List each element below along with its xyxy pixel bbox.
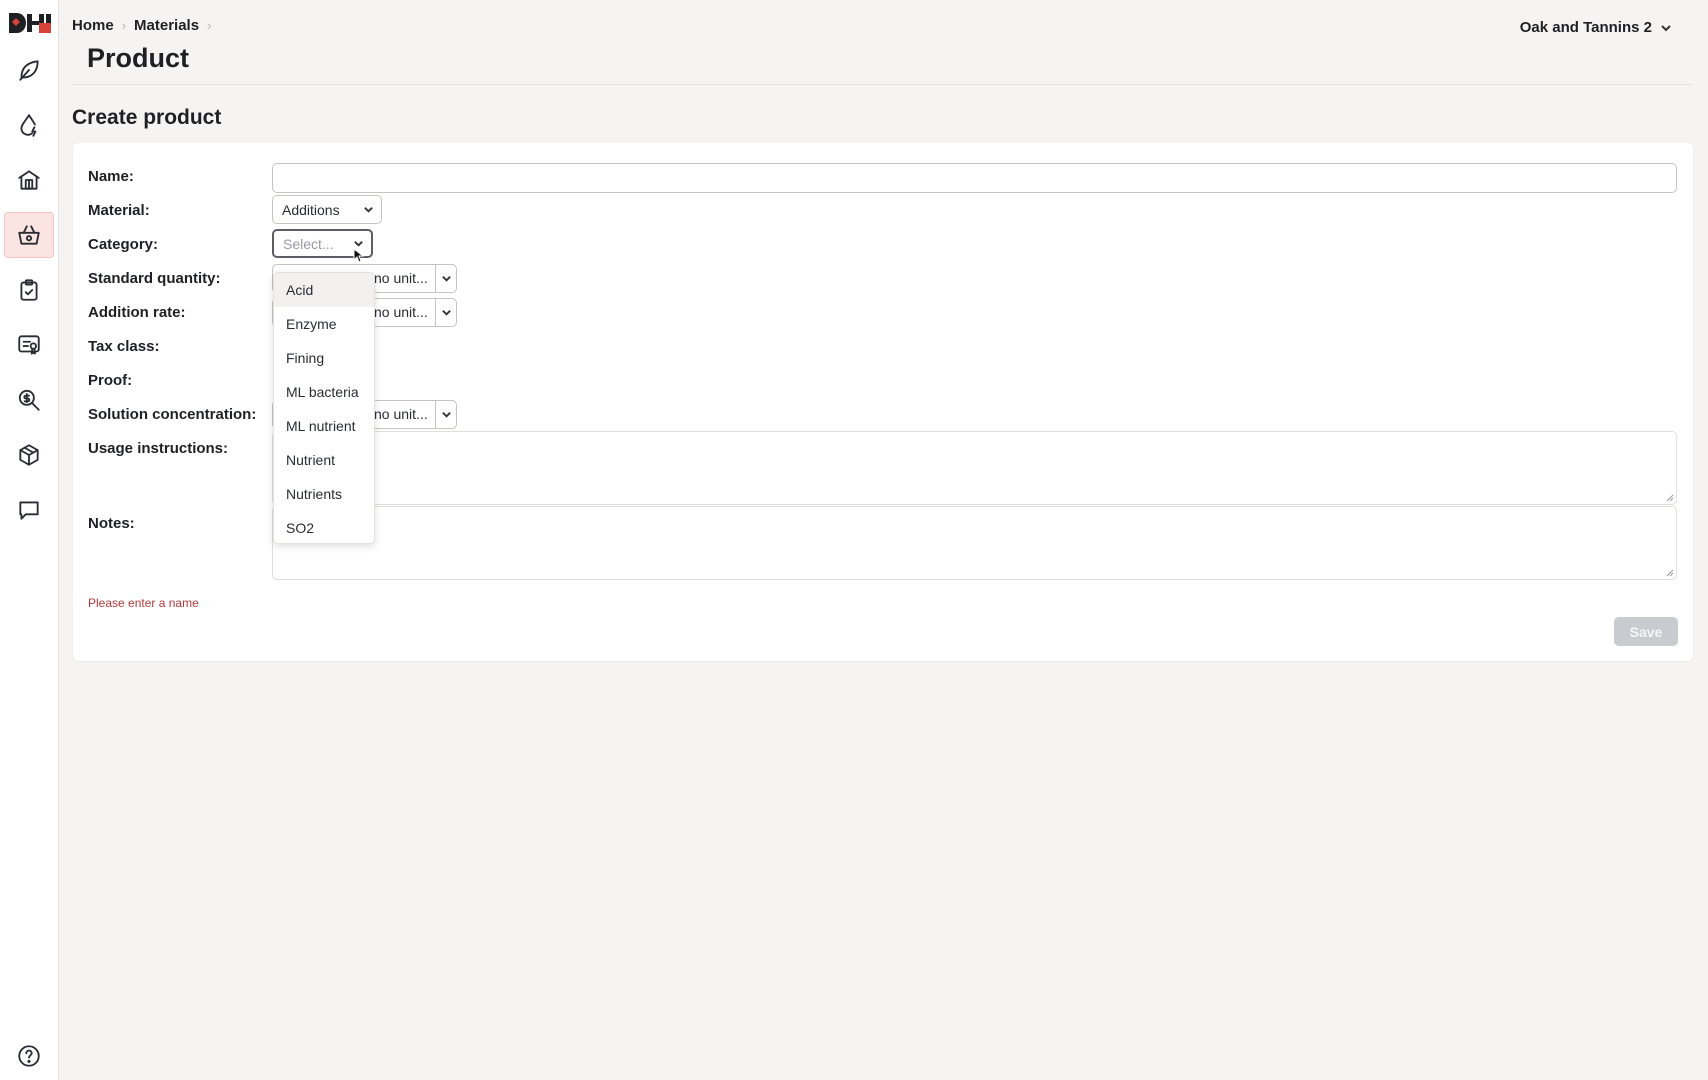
org-name: Oak and Tannins 2 [1519,19,1652,36]
material-label: Material: [88,202,150,219]
section-title: Create product [72,106,222,129]
standard-quantity-unit-text: no unit... [374,270,428,286]
notes-label: Notes: [88,515,135,532]
app-logo[interactable] [8,12,53,34]
page-title: Product [87,43,190,73]
proof-label: Proof: [88,372,133,389]
solution-concentration-unit-text: no unit... [374,406,428,422]
nav-materials[interactable] [4,212,54,258]
nav-leaf[interactable] [4,47,54,93]
category-option-nutrients[interactable]: Nutrients [274,477,374,511]
name-label: Name: [88,168,134,185]
usage-instructions-label: Usage instructions: [88,440,229,457]
category-placeholder: Select... [283,235,334,252]
name-error-message: Please enter a name [88,596,199,610]
nav-drop[interactable] [4,102,54,148]
chevron-right-icon: › [207,18,212,33]
sidebar [0,0,59,1080]
nav-costing[interactable] [4,377,54,423]
help-icon [18,1045,40,1067]
nav-reports[interactable] [4,322,54,368]
leaf-icon [19,60,39,81]
addition-rate-unit-text: no unit... [374,304,428,320]
category-option-fining[interactable]: Fining [274,341,374,375]
standard-quantity-label: Standard quantity: [88,270,221,287]
category-label: Category: [88,236,159,253]
category-dropdown-menu: Acid Enzyme Fining ML bacteria ML nutrie… [273,272,375,544]
certificate-icon [18,335,40,355]
basket-icon [18,225,40,245]
nav-tasks[interactable] [4,267,54,313]
material-select[interactable]: Additions [272,195,382,224]
nav-winery[interactable] [4,157,54,203]
notes-textarea[interactable] [272,506,1677,580]
winery-icon [18,170,40,190]
category-option-acid[interactable]: Acid [274,273,374,307]
category-option-so2[interactable]: SO2 [274,511,374,543]
tax-class-label: Tax class: [88,338,160,355]
save-button[interactable]: Save [1614,617,1678,646]
category-option-ml-bacteria[interactable]: ML bacteria [274,375,374,409]
breadcrumb-home[interactable]: Home [72,17,114,34]
material-select-value: Additions [282,201,340,218]
breadcrumb: Home › Materials › [72,17,213,34]
header-divider [72,84,1692,85]
nav-help[interactable] [4,1033,54,1079]
usage-instructions-textarea[interactable] [272,431,1677,505]
category-option-ml-nutrient[interactable]: ML nutrient [274,409,374,443]
nav-messages[interactable] [4,487,54,533]
org-switcher[interactable]: Oak and Tannins 2 [1520,19,1672,36]
addition-rate-label: Addition rate: [88,304,186,321]
name-input[interactable] [272,163,1677,193]
dollar-search-icon [18,389,40,411]
chevron-down-icon [1661,24,1671,31]
chevron-down-icon [435,265,456,292]
solution-concentration-label: Solution concentration: [88,406,257,423]
category-option-nutrient[interactable]: Nutrient [274,443,374,477]
resize-grip-icon[interactable] [1666,569,1674,577]
box-icon [19,444,39,466]
chevron-down-icon [356,196,381,223]
clipboard-check-icon [20,279,38,301]
mouse-pointer-icon [353,248,365,263]
breadcrumb-materials[interactable]: Materials [134,17,199,34]
chat-icon [19,501,39,520]
chevron-right-icon: › [121,18,127,33]
chevron-down-icon [435,401,456,428]
category-option-enzyme[interactable]: Enzyme [274,307,374,341]
nav-inventory[interactable] [4,432,54,478]
drop-icon [20,114,37,137]
chevron-down-icon [435,299,456,326]
resize-grip-icon[interactable] [1666,494,1674,502]
